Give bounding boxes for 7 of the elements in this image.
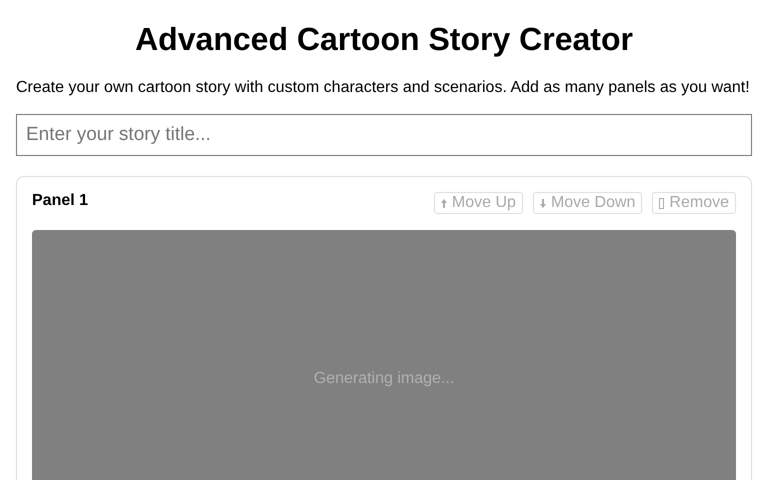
down-arrow-icon — [540, 198, 546, 208]
missing-glyph-icon — [659, 198, 664, 208]
up-arrow-icon — [440, 198, 447, 208]
page-title: Advanced Cartoon Story Creator — [134, 20, 634, 58]
story-title-field[interactable]: Enter your story title... — [16, 114, 752, 156]
panel-label: Panel 1 — [32, 191, 88, 211]
intro-text: Create your own cartoon story with custom characters and scenarios. Add as many panels as you want! — [16, 78, 751, 98]
